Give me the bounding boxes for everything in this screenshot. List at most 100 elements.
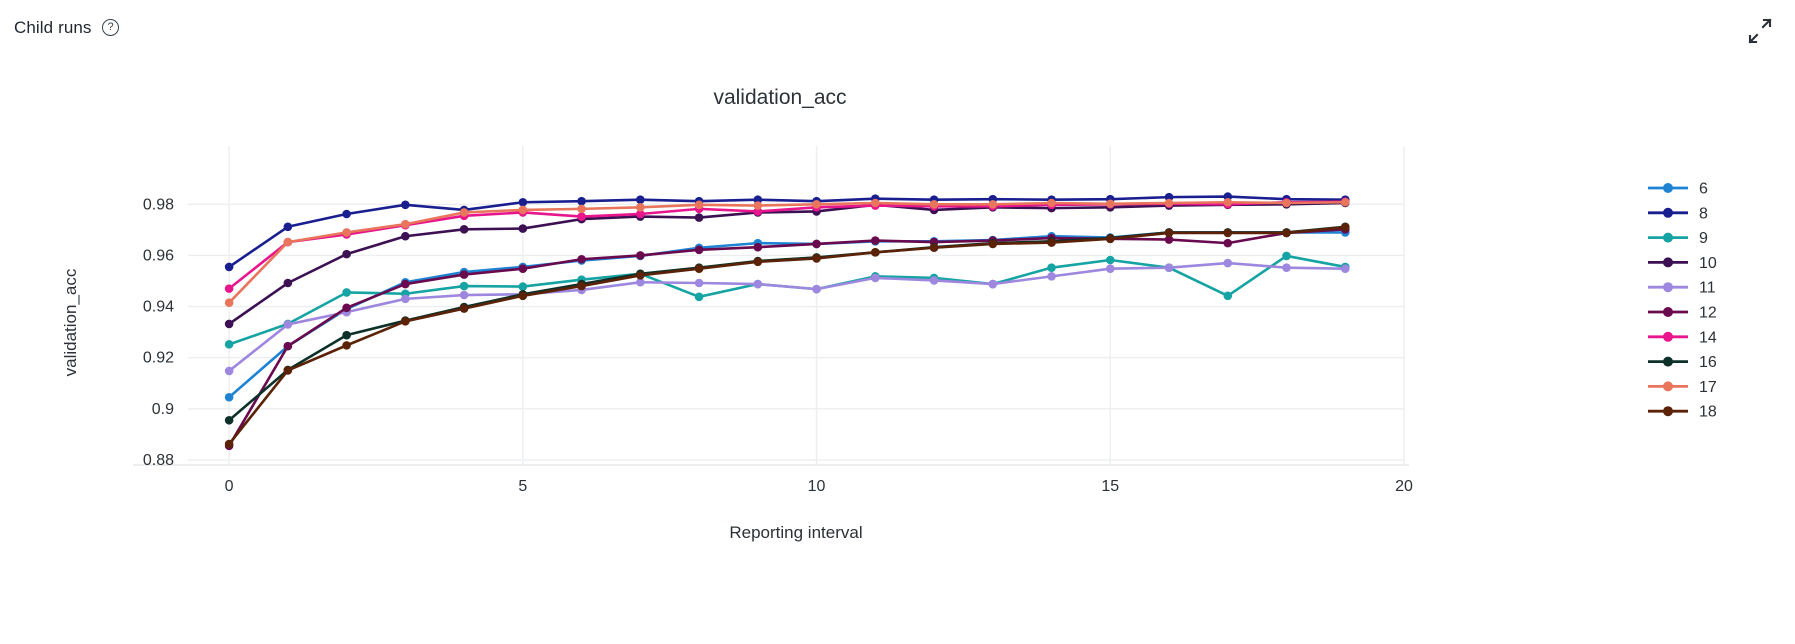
data-point[interactable] [871,248,880,257]
data-point[interactable] [459,304,469,313]
data-point[interactable] [871,236,880,245]
legend-item-9[interactable]: 9 [1648,230,1708,247]
legend-item-6[interactable]: 6 [1648,181,1708,198]
data-point[interactable] [1105,234,1115,244]
data-point[interactable] [1105,255,1115,265]
data-point[interactable] [1282,263,1291,272]
data-point[interactable] [342,209,351,219]
data-point[interactable] [342,330,351,340]
data-point[interactable] [518,205,528,215]
data-point[interactable] [988,239,998,249]
data-point[interactable] [224,439,234,449]
data-point[interactable] [224,319,234,329]
data-point[interactable] [283,237,293,247]
data-point[interactable] [342,341,351,350]
expand-diagonal-arrows-icon[interactable] [1743,14,1777,48]
legend-item-14[interactable]: 14 [1648,329,1717,346]
data-point[interactable] [342,288,351,297]
data-point[interactable] [401,317,410,326]
series-17[interactable] [224,197,1350,307]
series-10[interactable] [224,198,1350,329]
data-point[interactable] [577,204,586,214]
data-point[interactable] [224,262,234,272]
data-point[interactable] [694,200,704,210]
data-point[interactable] [1282,228,1291,238]
data-point[interactable] [224,298,234,307]
data-point[interactable] [401,294,410,304]
data-point[interactable] [812,254,821,263]
data-point[interactable] [577,254,586,264]
data-point[interactable] [753,279,763,289]
legend-item-10[interactable]: 10 [1648,255,1717,272]
data-point[interactable] [1282,251,1291,261]
data-point[interactable] [753,201,763,210]
legend-item-17[interactable]: 17 [1648,379,1717,396]
data-point[interactable] [929,276,939,285]
data-point[interactable] [518,224,528,233]
data-point[interactable] [871,198,880,208]
series-18[interactable] [224,222,1350,449]
legend-item-8[interactable]: 8 [1648,205,1708,222]
data-point[interactable] [518,264,528,273]
data-point[interactable] [459,225,469,234]
data-point[interactable] [283,278,293,288]
data-point[interactable] [1340,264,1350,273]
data-point[interactable] [753,242,763,252]
data-point[interactable] [518,291,528,301]
data-point[interactable] [812,239,821,249]
data-point[interactable] [342,228,351,237]
data-point[interactable] [1047,198,1056,208]
data-point[interactable] [1223,238,1233,248]
data-point[interactable] [459,281,469,291]
legend-item-12[interactable]: 12 [1648,305,1717,322]
legend-item-18[interactable]: 18 [1648,404,1717,421]
data-point[interactable] [1047,272,1056,281]
data-point[interactable] [342,303,351,313]
data-point[interactable] [694,264,704,273]
data-point[interactable] [812,199,821,209]
data-point[interactable] [694,292,704,302]
data-point[interactable] [283,341,293,351]
data-point[interactable] [1223,291,1233,301]
legend-item-16[interactable]: 16 [1648,354,1717,371]
data-point[interactable] [1223,228,1233,238]
data-point[interactable] [401,279,410,289]
data-point[interactable] [636,203,645,212]
data-point[interactable] [1340,197,1350,207]
data-point[interactable] [1340,222,1350,232]
data-point[interactable] [694,278,704,288]
data-point[interactable] [459,270,469,279]
data-point[interactable] [929,199,939,209]
help-icon[interactable]: ? [102,19,119,36]
data-point[interactable] [224,366,234,376]
data-point[interactable] [401,219,410,229]
data-point[interactable] [694,213,704,222]
data-point[interactable] [224,340,234,349]
data-point[interactable] [871,273,880,283]
data-point[interactable] [1047,238,1056,247]
data-point[interactable] [518,282,528,291]
data-point[interactable] [1105,199,1115,209]
data-point[interactable] [401,231,410,241]
data-point[interactable] [636,251,645,260]
data-point[interactable] [988,199,998,209]
data-point[interactable] [224,284,234,293]
data-point[interactable] [283,222,293,232]
data-point[interactable] [459,208,469,217]
legend-item-11[interactable]: 11 [1648,280,1716,297]
data-point[interactable] [283,320,293,329]
data-point[interactable] [1164,228,1174,238]
data-point[interactable] [283,366,293,375]
data-point[interactable] [812,284,821,294]
data-point[interactable] [1223,197,1233,207]
data-point[interactable] [518,197,528,207]
data-point[interactable] [577,212,586,221]
data-point[interactable] [224,392,234,402]
data-point[interactable] [636,195,645,204]
data-point[interactable] [753,257,763,267]
data-point[interactable] [401,200,410,210]
data-point[interactable] [224,415,234,425]
data-point[interactable] [1047,263,1056,272]
data-point[interactable] [577,281,586,291]
data-point[interactable] [459,290,469,300]
